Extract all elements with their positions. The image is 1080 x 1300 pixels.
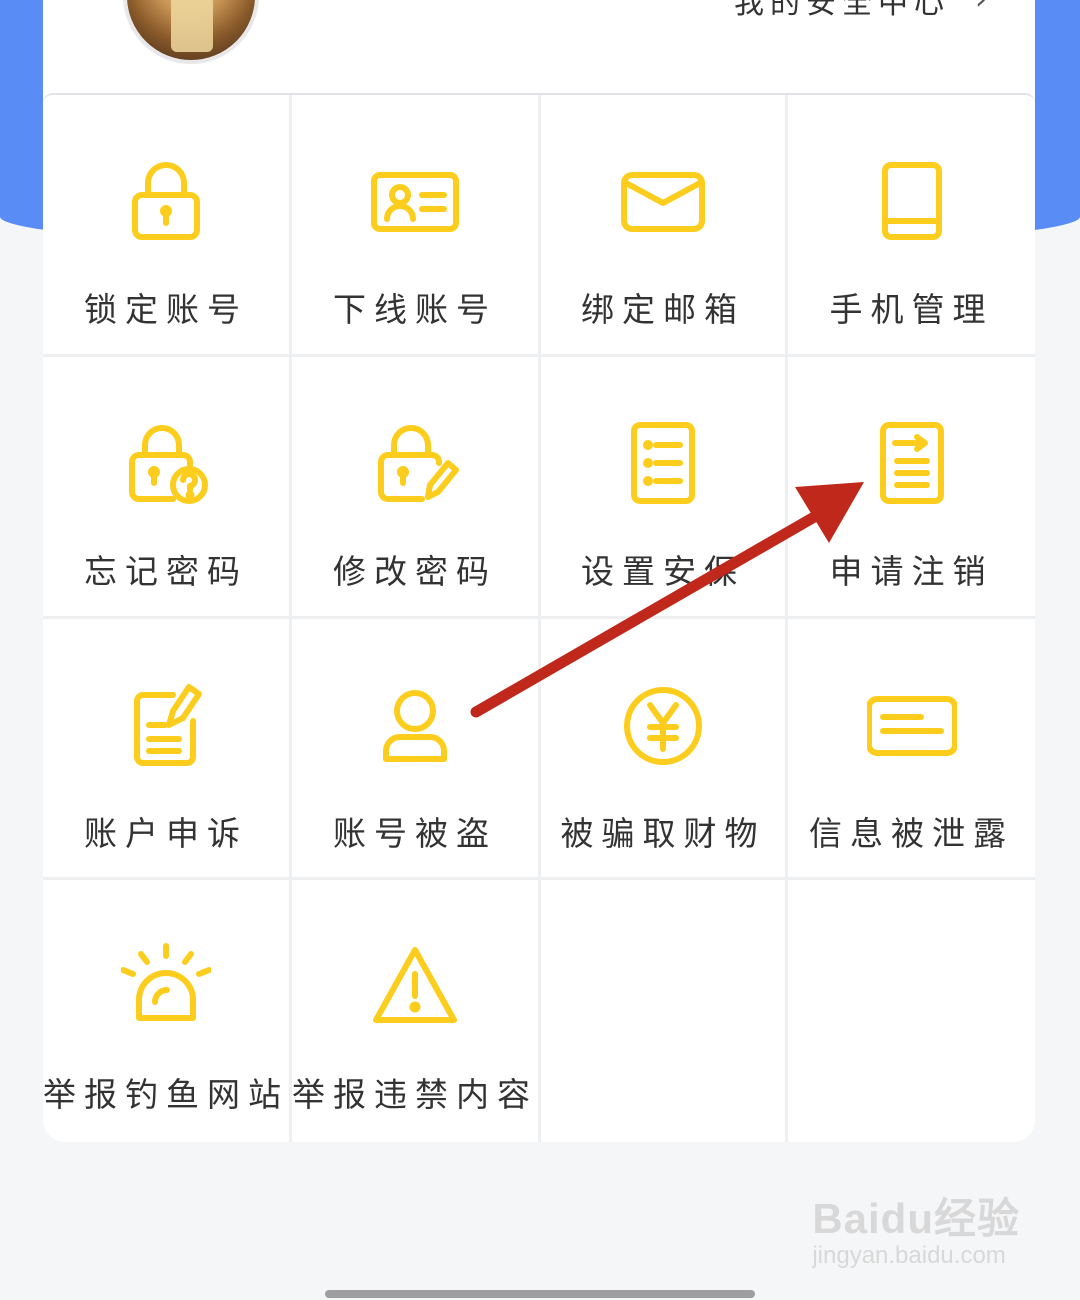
tile-account-appeal[interactable]: 账户申诉: [43, 618, 292, 881]
empty-tile: [541, 880, 788, 1142]
tile-apply-cancel[interactable]: 申请注销: [788, 357, 1035, 619]
tile-property-scam[interactable]: 被骗取财物: [541, 618, 788, 881]
tile-label: 账户申诉: [84, 813, 248, 853]
tile-report-phishing[interactable]: 举报钓鱼网站: [43, 880, 292, 1142]
tile-forgot-password[interactable]: 忘记密码: [43, 356, 292, 619]
tile-label: 申请注销: [829, 551, 994, 591]
tile-label: 绑定邮箱: [581, 290, 745, 329]
message-icon: [866, 681, 957, 771]
list-icon: [618, 419, 708, 509]
tile-info-leak[interactable]: 信息被泄露: [788, 619, 1035, 881]
tile-label: 下线账号: [333, 290, 497, 329]
warning-icon: [370, 942, 460, 1032]
user-icon: [370, 681, 460, 771]
phone-icon: [867, 157, 957, 247]
tile-bind-email[interactable]: 绑定邮箱: [541, 95, 788, 357]
tile-label: 举报钓鱼网站: [43, 1075, 289, 1115]
empty-tile: [788, 880, 1035, 1142]
tile-label: 手机管理: [829, 290, 994, 329]
tile-label: 举报违禁内容: [292, 1075, 538, 1115]
tile-label: 信息被泄露: [809, 813, 1014, 853]
tile-security-settings[interactable]: 设置安保: [541, 356, 788, 619]
security-center-link[interactable]: 我的安全中心: [734, 0, 950, 22]
tile-report-prohibited[interactable]: 举报违禁内容: [292, 880, 541, 1142]
lock-edit-icon: [370, 419, 460, 509]
chevron-right-icon[interactable]: ›: [975, 0, 987, 17]
tile-change-password[interactable]: 修改密码: [292, 356, 541, 619]
tile-label: 修改密码: [333, 551, 497, 591]
watermark-url: jingyan.baidu.com: [812, 1242, 1006, 1269]
lock-question-icon: [121, 419, 211, 509]
tile-label: 设置安保: [581, 551, 745, 591]
baidu-jingyan-watermark: Baidu经验 jingyan.baidu.com: [812, 1185, 1020, 1270]
envelope-icon: [618, 157, 708, 247]
document-arrow-icon: [867, 419, 957, 509]
lock-icon: [121, 157, 211, 247]
avatar[interactable]: [123, 0, 259, 64]
tile-logout-account[interactable]: 下线账号: [292, 95, 541, 357]
tile-label: 锁定账号: [84, 290, 248, 329]
security-options-grid: 锁定账号 下线账号 绑定邮箱 手机管理 忘记密码 修改密码 设置安保 申请注销 …: [43, 93, 1035, 1142]
tile-label: 被骗取财物: [560, 813, 766, 853]
id-card-icon: [370, 157, 460, 247]
alarm-icon: [121, 942, 211, 1032]
tile-lock-account[interactable]: 锁定账号: [43, 95, 292, 357]
tile-label: 账号被盗: [333, 813, 497, 853]
tile-label: 忘记密码: [84, 551, 248, 591]
yen-icon: [618, 681, 708, 771]
edit-note-icon: [121, 681, 211, 771]
watermark-brand: Baidu经验: [812, 1195, 1020, 1242]
tile-phone-management[interactable]: 手机管理: [788, 95, 1035, 357]
tile-account-stolen[interactable]: 账号被盗: [292, 618, 541, 881]
home-indicator[interactable]: [325, 1290, 755, 1298]
